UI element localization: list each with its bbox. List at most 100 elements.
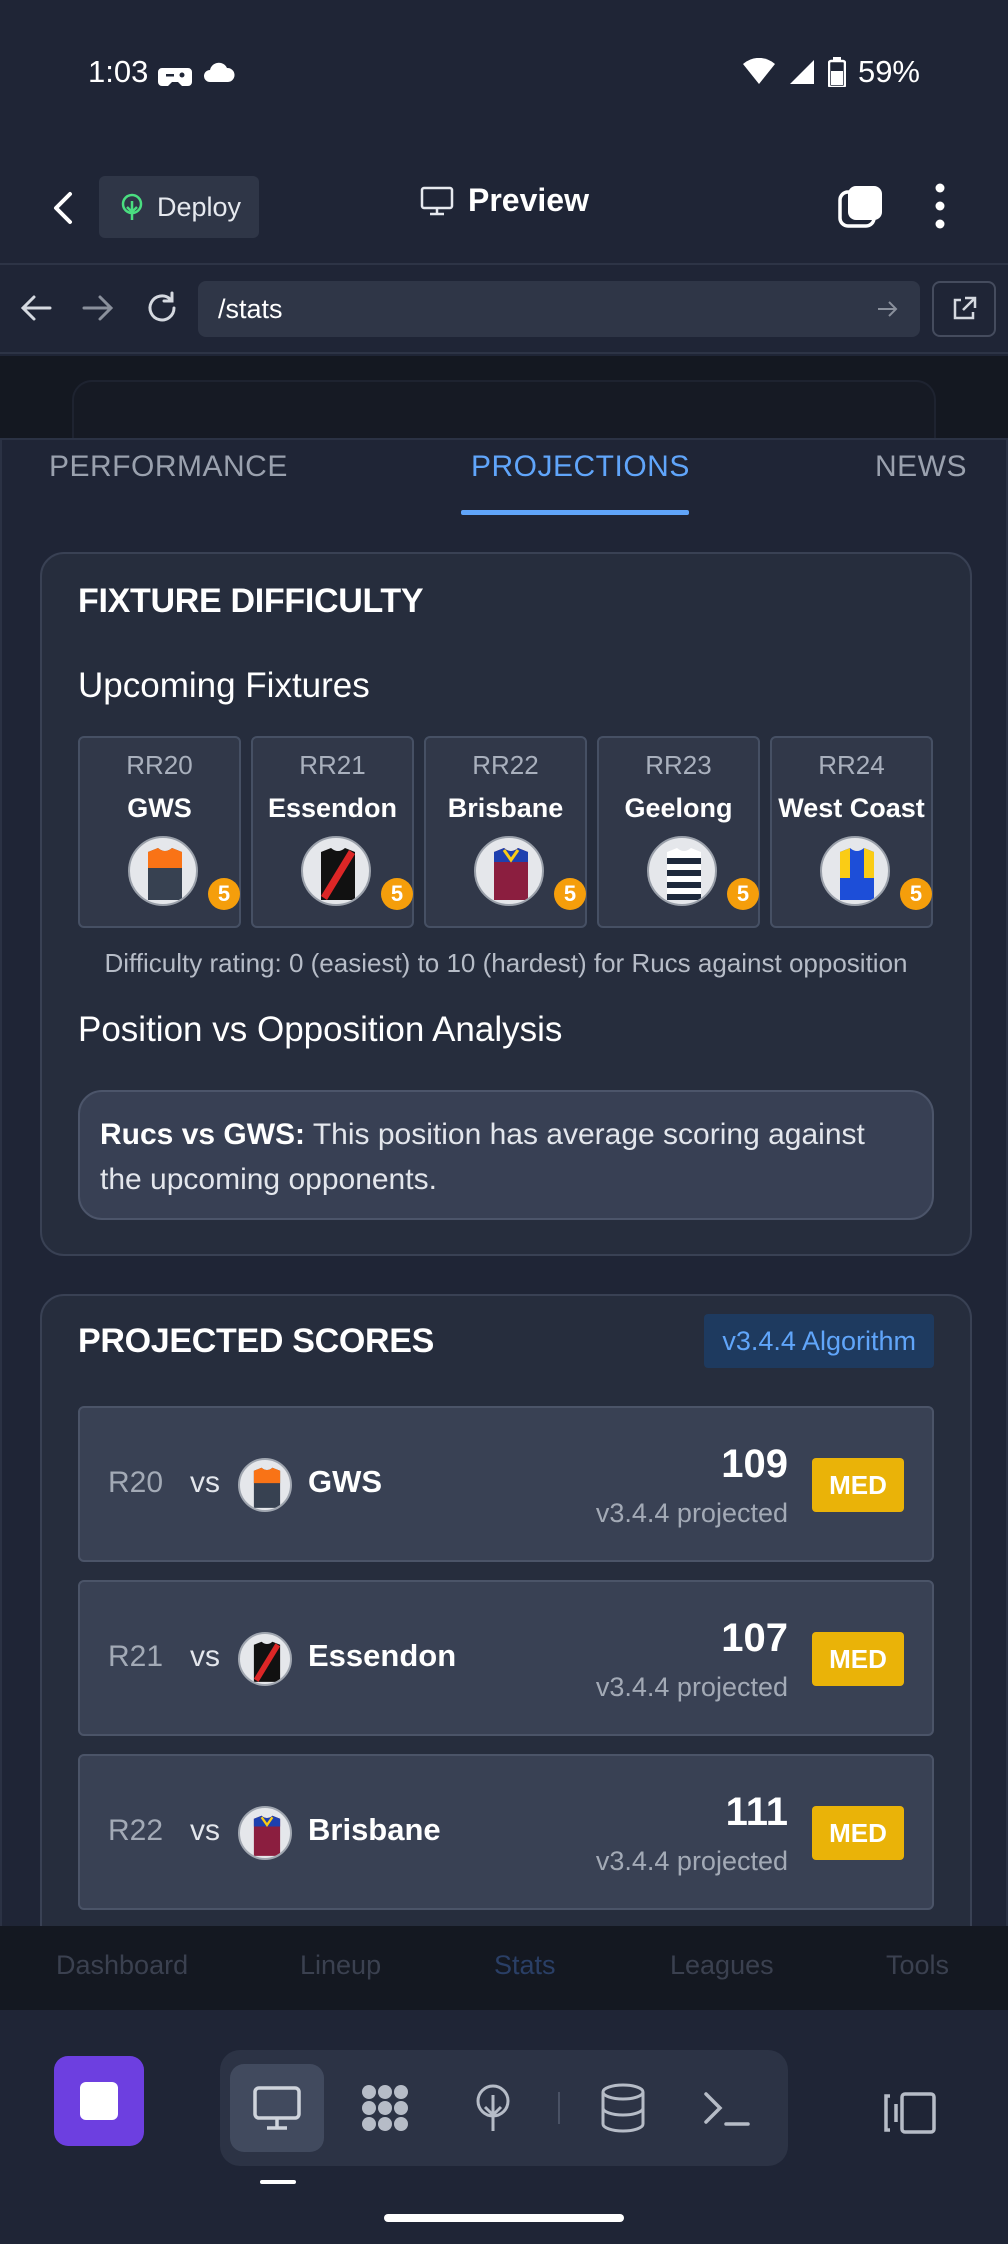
fixture-round: RR20 — [126, 750, 193, 780]
deploy-label: Deploy — [157, 191, 242, 222]
algorithm-badge: v3.4.4 Algorithm — [704, 1314, 934, 1368]
projection-team: Essendon — [308, 1638, 457, 1673]
back-arrow-icon[interactable] — [44, 188, 84, 228]
preview-tool-button[interactable] — [230, 2064, 324, 2152]
external-link-icon — [953, 296, 977, 320]
url-text: /stats — [218, 293, 283, 324]
tabs-switcher-icon[interactable] — [838, 184, 884, 230]
terminal-icon — [704, 2092, 750, 2126]
fixture-round: RR21 — [299, 750, 366, 780]
deploy-tool-button[interactable] — [446, 2064, 540, 2152]
upcoming-fixtures-title: Upcoming Fixtures — [78, 666, 370, 705]
toolbar-divider — [558, 2092, 560, 2124]
difficulty-note: Difficulty rating: 0 (easiest) to 10 (ha… — [104, 948, 908, 978]
nav-stats[interactable]: Stats — [494, 1950, 556, 1981]
fixture-team: Brisbane — [447, 793, 564, 823]
fixture-card[interactable]: RR22 Brisbane 5 — [424, 736, 587, 928]
tab-projections[interactable]: PROJECTIONS — [471, 450, 690, 484]
fixture-team: Essendon — [267, 793, 398, 823]
fixture-difficulty-card: FIXTURE DIFFICULTY Upcoming Fixtures RR2… — [40, 552, 972, 1256]
nav-leagues[interactable]: Leagues — [670, 1950, 774, 1981]
projection-label: v3.4.4 projected — [595, 1672, 788, 1702]
fixture-difficulty-title: FIXTURE DIFFICULTY — [78, 582, 424, 620]
projected-scores-card: PROJECTED SCORES v3.4.4 Algorithm R20 vs… — [40, 1294, 972, 1926]
tab-news[interactable]: NEWS — [875, 450, 967, 484]
fixture-list: RR20 GWS 5 RR21 Essendon 5 RR22 Brisbane — [78, 736, 933, 928]
deploy-button[interactable]: Deploy — [99, 176, 259, 238]
projection-round: R21 — [108, 1640, 164, 1673]
projected-scores-title: PROJECTED SCORES — [78, 1322, 435, 1360]
nav-dashboard[interactable]: Dashboard — [56, 1950, 188, 1981]
difficulty-badge: 5 — [727, 878, 759, 910]
projection-team: Brisbane — [308, 1812, 441, 1847]
selected-tool-indicator — [260, 2180, 296, 2184]
wifi-icon — [742, 58, 775, 84]
status-bar: 1:03 59% — [0, 0, 1008, 150]
gws-jersey-icon — [238, 1458, 292, 1512]
brisbane-jersey-icon — [238, 1806, 292, 1860]
nav-tools[interactable]: Tools — [886, 1950, 949, 1981]
fixture-team: GWS — [127, 793, 192, 823]
browser-back-icon[interactable] — [16, 288, 56, 328]
monitor-icon — [253, 2086, 301, 2130]
preview-label: Preview — [468, 182, 589, 218]
database-tool-button[interactable] — [576, 2064, 670, 2152]
active-tab-indicator — [461, 510, 689, 515]
battery-percent: 59% — [857, 54, 920, 89]
projection-label: v3.4.4 projected — [595, 1846, 788, 1876]
fixture-team: West Coast — [778, 793, 925, 823]
home-indicator[interactable] — [384, 2214, 624, 2222]
westcoast-jersey-icon — [820, 836, 890, 906]
position-analysis-title: Position vs Opposition Analysis — [78, 1010, 563, 1049]
database-icon — [601, 2083, 645, 2133]
side-panel-icon[interactable] — [880, 2090, 938, 2136]
projection-row[interactable]: R20 vs GWS 109 v3.4.4 projected MED — [78, 1406, 934, 1562]
fixture-card[interactable]: RR23 Geelong 5 — [597, 736, 760, 928]
projected-score: 107 — [721, 1616, 788, 1660]
essendon-jersey-icon — [238, 1632, 292, 1686]
projected-score: 111 — [725, 1790, 788, 1834]
browser-forward-icon[interactable] — [78, 288, 118, 328]
projection-row[interactable]: R22 vs Brisbane 111 v3.4.4 projected MED — [78, 1754, 934, 1910]
fixture-team: Geelong — [624, 793, 733, 823]
stop-button[interactable] — [54, 2056, 144, 2146]
preview-title: Preview — [420, 182, 589, 219]
shell-tool-button[interactable] — [680, 2064, 774, 2152]
extensions-tool-button[interactable] — [338, 2064, 432, 2152]
deploy-tree-icon — [121, 193, 143, 220]
brisbane-jersey-icon — [474, 836, 544, 906]
projected-score: 109 — [721, 1442, 788, 1486]
fixture-card[interactable]: RR21 Essendon 5 — [251, 736, 414, 928]
tool-group — [220, 2050, 788, 2166]
deploy-tree-icon — [476, 2084, 510, 2131]
more-options-icon[interactable] — [928, 180, 952, 232]
difficulty-badge: 5 — [900, 878, 932, 910]
projection-vs: vs — [190, 1640, 220, 1673]
geelong-jersey-icon — [647, 836, 717, 906]
essendon-jersey-icon — [301, 836, 371, 906]
projection-row[interactable]: R21 vs Essendon 107 v3.4.4 projected MED — [78, 1580, 934, 1736]
projection-team: GWS — [308, 1464, 383, 1499]
fixture-round: RR22 — [472, 750, 539, 780]
status-time: 1:03 — [88, 54, 149, 89]
nav-lineup[interactable]: Lineup — [300, 1950, 381, 1981]
projection-vs: vs — [190, 1814, 220, 1847]
game-controller-icon — [158, 68, 192, 86]
fixture-card[interactable]: RR20 GWS 5 — [78, 736, 241, 928]
tab-performance[interactable]: PERFORMANCE — [49, 450, 288, 484]
fixture-card[interactable]: RR24 West Coast 5 — [770, 736, 933, 928]
monitor-icon — [420, 186, 454, 215]
stop-icon — [80, 2082, 118, 2120]
url-field[interactable]: /stats — [198, 281, 920, 337]
open-external-button[interactable] — [932, 281, 996, 337]
go-arrow-icon[interactable] — [876, 299, 900, 319]
difficulty-badge: 5 — [554, 878, 586, 910]
app-bar: Deploy Preview — [0, 150, 1008, 265]
ide-toolbar — [0, 2010, 1008, 2244]
reload-icon[interactable] — [142, 288, 182, 328]
cloud-icon — [204, 62, 235, 82]
fixture-round: RR23 — [645, 750, 712, 780]
battery-icon — [827, 57, 846, 87]
difficulty-badge: 5 — [381, 878, 413, 910]
browser-url-bar: /stats — [0, 266, 1008, 354]
